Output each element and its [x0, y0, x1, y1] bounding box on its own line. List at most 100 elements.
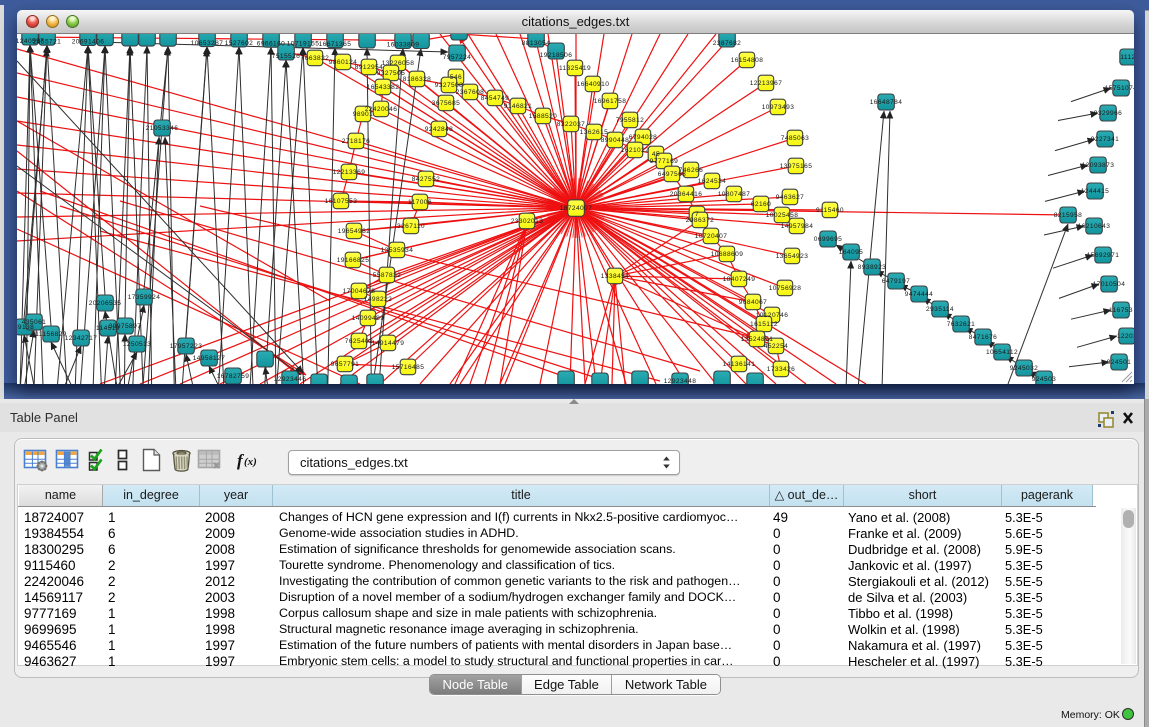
svg-text:16961758: 16961758 [594, 98, 627, 105]
svg-text:924503: 924503 [1032, 376, 1056, 383]
svg-text:16648784: 16648784 [870, 99, 903, 106]
svg-text:12923448: 12923448 [664, 378, 697, 384]
svg-text:1621022: 1621022 [621, 147, 649, 154]
svg-text:2718176: 2718176 [342, 138, 370, 145]
svg-text:15692971: 15692971 [1087, 252, 1120, 259]
svg-text:13975165: 13975165 [780, 163, 813, 170]
svg-text:13654923: 13654923 [776, 253, 809, 260]
svg-text:9860124: 9860124 [329, 59, 357, 66]
svg-text:12213369: 12213369 [333, 169, 366, 176]
svg-text:9657791: 9657791 [331, 361, 359, 368]
svg-text:10653287: 10653287 [191, 40, 224, 47]
svg-text:12342717: 12342717 [65, 335, 98, 342]
svg-text:10688609: 10688609 [711, 251, 744, 258]
svg-text:9777169: 9777169 [650, 158, 678, 165]
svg-text:2387682: 2387682 [713, 40, 741, 47]
svg-text:45: 45 [652, 151, 660, 158]
svg-text:9115460: 9115460 [816, 207, 844, 214]
svg-text:8322037: 8322037 [557, 121, 585, 128]
svg-text:435061: 435061 [22, 319, 46, 326]
svg-text:10120746: 10120746 [756, 312, 789, 319]
svg-text:17359924: 17359924 [128, 294, 161, 301]
svg-text:14136141: 14136141 [723, 361, 756, 368]
svg-text:8813054: 8813054 [522, 40, 550, 47]
svg-text:8938923: 8938923 [858, 264, 886, 271]
svg-text:10719155: 10719155 [287, 41, 320, 48]
svg-text:9327508: 9327508 [435, 82, 463, 89]
svg-text:8215958: 8215958 [1054, 212, 1082, 219]
svg-text:10025458: 10025458 [766, 212, 799, 219]
svg-text:9245032: 9245032 [1010, 365, 1038, 372]
svg-text:1527602: 1527602 [225, 40, 253, 47]
svg-text:21053346: 21053346 [146, 125, 179, 132]
svg-text:7663822: 7663822 [301, 55, 329, 62]
svg-text:9146821: 9146821 [504, 103, 532, 110]
svg-text:6479197: 6479197 [882, 278, 910, 285]
svg-text:10756928: 10756928 [769, 285, 802, 292]
svg-text:39975897: 39975897 [109, 323, 142, 330]
svg-text:7955812: 7955812 [616, 117, 644, 124]
svg-text:13524851: 13524851 [741, 336, 774, 343]
svg-text:16782759: 16782759 [217, 373, 250, 380]
svg-text:16671365: 16671365 [319, 41, 352, 48]
svg-text:23302013: 23302013 [511, 218, 544, 225]
svg-text:19166825: 19166825 [337, 257, 370, 264]
svg-text:20206535: 20206535 [89, 300, 122, 307]
svg-text:452254: 452254 [764, 343, 788, 350]
svg-text:20691406: 20691406 [72, 39, 105, 46]
svg-text:11325419: 11325419 [559, 65, 591, 72]
svg-text:1362615: 1362615 [580, 129, 608, 136]
svg-text:164095: 164095 [839, 249, 863, 256]
svg-text:8427552: 8427552 [412, 176, 440, 183]
svg-text:12203: 12203 [1117, 333, 1134, 340]
svg-text:62160: 62160 [751, 201, 771, 208]
svg-text:15716485: 15716485 [392, 364, 425, 371]
svg-text:1615112: 1615112 [750, 321, 778, 328]
svg-text:8454749: 8454749 [481, 95, 509, 102]
svg-text:16640910: 16640910 [577, 81, 610, 88]
svg-text:2986372: 2986372 [686, 217, 714, 224]
svg-text:2935114: 2935114 [926, 306, 954, 313]
svg-text:7957224: 7957224 [443, 54, 471, 61]
svg-text:9474444: 9474444 [905, 291, 933, 298]
svg-text:20364416: 20364416 [670, 191, 703, 198]
svg-text:9684067: 9684067 [739, 299, 767, 306]
svg-text:12093873: 12093873 [1082, 162, 1115, 169]
svg-text:19654982: 19654982 [338, 228, 371, 235]
svg-text:7632621: 7632621 [947, 321, 975, 328]
svg-text:13535934: 13535934 [381, 247, 414, 254]
svg-text:9327505: 9327505 [377, 70, 405, 77]
svg-text:8990448: 8990448 [601, 137, 629, 144]
svg-text:1498222: 1498222 [364, 296, 392, 303]
svg-text:13226058: 13226058 [382, 60, 415, 67]
svg-text:12923446: 12923446 [274, 376, 307, 383]
svg-text:3675685: 3675685 [432, 100, 460, 107]
svg-text:16154808: 16154808 [731, 57, 764, 64]
svg-text:10807487: 10807487 [718, 191, 751, 198]
svg-text:3267110: 3267110 [397, 223, 425, 230]
svg-text:1624534: 1624534 [698, 178, 726, 185]
svg-text:6966160: 6966160 [257, 40, 285, 47]
svg-text:1733426: 1733426 [767, 366, 795, 373]
svg-text:16107553: 16107553 [325, 198, 358, 205]
svg-text:18407249: 18407249 [723, 276, 756, 283]
svg-text:117006: 117006 [408, 199, 432, 206]
svg-text:116753: 116753 [1109, 307, 1133, 314]
svg-text:10973493: 10973493 [762, 104, 795, 111]
svg-text:17957223: 17957223 [170, 343, 203, 350]
svg-text:9242848: 9242848 [425, 126, 453, 133]
svg-text:8471676: 8471676 [969, 334, 997, 341]
svg-text:8186328: 8186328 [403, 76, 431, 83]
svg-text:5587832: 5587832 [373, 272, 401, 279]
svg-text:98901: 98901 [353, 111, 373, 118]
svg-text:2055721: 2055721 [33, 38, 61, 45]
svg-text:16210643: 16210643 [1078, 223, 1111, 230]
svg-text:11156829: 11156829 [35, 331, 67, 338]
svg-text:14957984: 14957984 [781, 223, 814, 230]
svg-text:1112: 1112 [1120, 54, 1134, 61]
svg-text:(x): (x) [244, 456, 257, 468]
svg-text:924501: 924501 [1107, 359, 1131, 366]
svg-text:1588520: 1588520 [529, 113, 557, 120]
svg-text:10720407: 10720407 [695, 233, 728, 240]
svg-text:1338454: 1338454 [601, 273, 629, 280]
